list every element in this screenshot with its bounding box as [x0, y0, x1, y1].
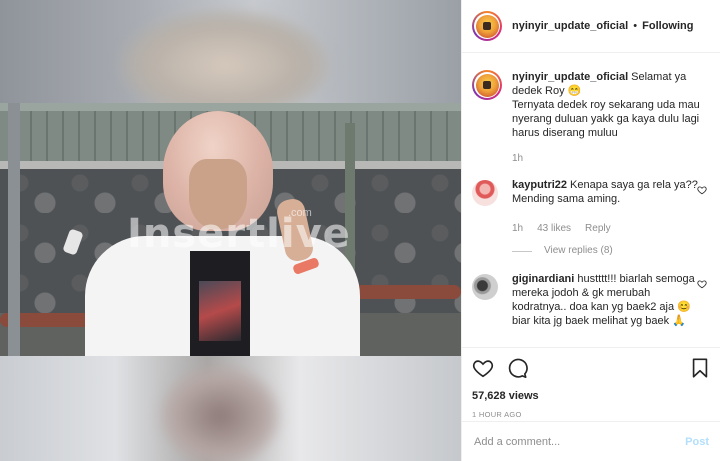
blurred-background-top	[0, 0, 461, 120]
commenter-avatar[interactable]	[472, 274, 498, 300]
video-watermark-domain: .com	[288, 207, 312, 219]
author-avatar[interactable]	[472, 11, 502, 41]
comment-username[interactable]: giginardiani	[512, 273, 574, 285]
caption-time[interactable]: 1h	[512, 152, 523, 166]
view-replies-label: View replies (8)	[544, 245, 613, 256]
post-comment-button[interactable]: Post	[685, 436, 709, 448]
comment-input[interactable]	[474, 435, 686, 448]
post-timestamp[interactable]: 1 HOUR AGO	[472, 410, 711, 419]
commenter-avatar[interactable]	[472, 180, 498, 206]
small-heart-icon[interactable]	[697, 279, 707, 289]
comment-item: kayputri22 Kenapa saya ga rela ya?? Mendi…	[472, 178, 707, 258]
bookmark-icon[interactable]	[689, 357, 711, 379]
view-count[interactable]: 57,628 views	[472, 390, 711, 402]
video-frame[interactable]: Insertlive .com	[0, 103, 461, 356]
reply-button[interactable]: Reply	[585, 222, 611, 236]
comment-time[interactable]: 1h	[512, 222, 523, 236]
post-header: nyinyir_update_oficial • Following	[462, 0, 720, 53]
blurred-background-bottom	[0, 356, 461, 461]
post-details-panel: nyinyir_update_oficial • Following nyiny…	[461, 0, 720, 461]
author-username[interactable]: nyinyir_update_oficial	[512, 20, 628, 32]
separator-dot: •	[633, 20, 638, 32]
comment-likes[interactable]: 43 likes	[537, 222, 571, 236]
caption-avatar[interactable]	[472, 70, 502, 100]
comment-item: giginardiani hustttt!!! biarlah semoga me…	[472, 272, 707, 328]
comment-icon[interactable]	[506, 357, 528, 379]
comment-username[interactable]: kayputri22	[512, 179, 567, 191]
post-actions: 57,628 views 1 HOUR AGO	[462, 347, 720, 421]
caption: nyinyir_update_oficial Selamat ya dedek R…	[472, 70, 707, 166]
comments-section[interactable]: nyinyir_update_oficial Selamat ya dedek R…	[462, 54, 720, 347]
small-heart-icon[interactable]	[697, 185, 707, 195]
add-comment-bar: Post	[462, 421, 720, 461]
heart-icon[interactable]	[472, 357, 494, 379]
caption-text-line2: Ternyata dedek roy sekarang uda mau nyer…	[512, 99, 700, 139]
post-media[interactable]: Insertlive .com	[0, 0, 461, 461]
caption-username[interactable]: nyinyir_update_oficial	[512, 71, 628, 83]
following-button[interactable]: Following	[642, 20, 693, 32]
video-watermark: Insertlive	[127, 211, 351, 257]
view-replies-button[interactable]: View replies (8)	[512, 244, 707, 258]
